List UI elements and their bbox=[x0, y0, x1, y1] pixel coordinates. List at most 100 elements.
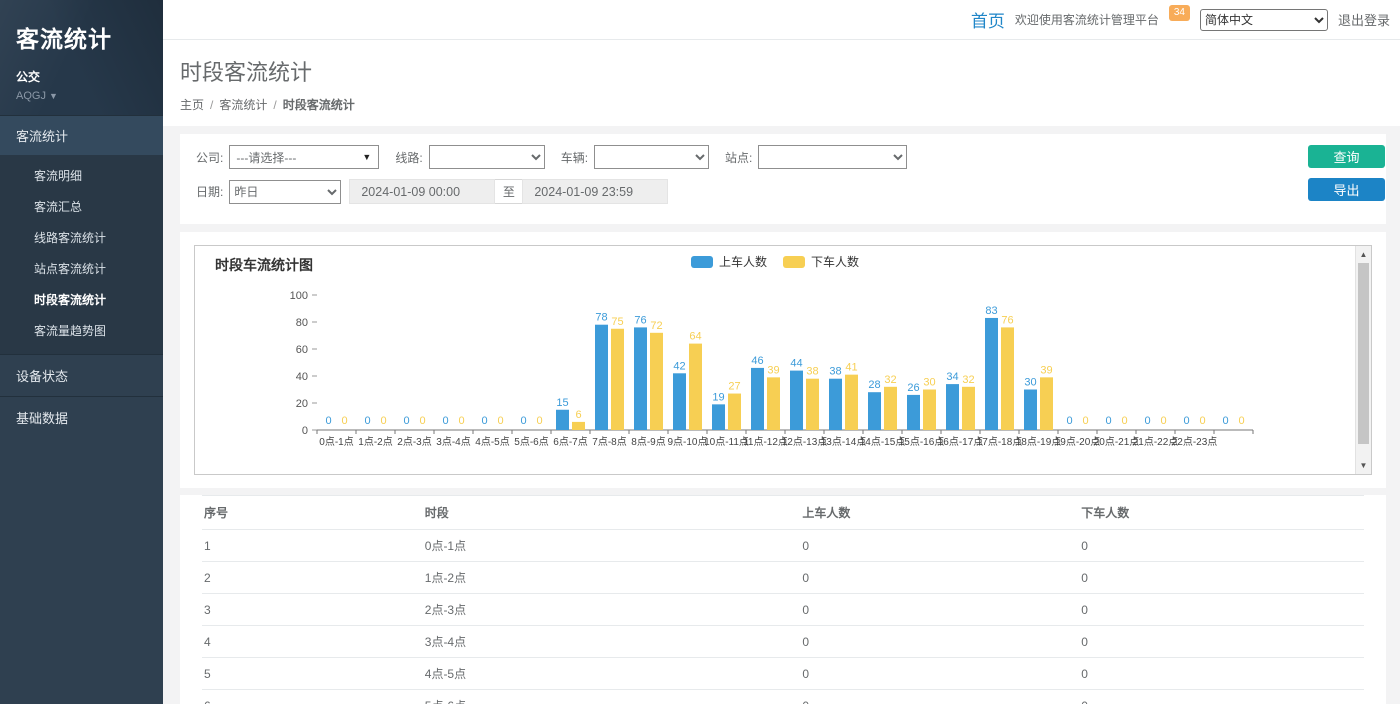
table-cell: 0 bbox=[1079, 562, 1364, 594]
sidebar-submenu: 客流明细客流汇总线路客流统计站点客流统计时段客流统计客流量趋势图 bbox=[0, 155, 163, 354]
y-axis-label: 40 bbox=[296, 371, 308, 383]
bar-value-label: 30 bbox=[923, 377, 935, 389]
bar-alight bbox=[650, 333, 663, 430]
language-select[interactable]: 简体中文 bbox=[1200, 9, 1328, 31]
bar-value-label: 46 bbox=[751, 355, 763, 367]
breadcrumb-separator: / bbox=[273, 98, 276, 112]
bar-value-label: 39 bbox=[1040, 364, 1052, 376]
table-cell: 4 bbox=[202, 626, 423, 658]
bar-value-label: 76 bbox=[634, 314, 646, 326]
station-select[interactable] bbox=[758, 145, 907, 169]
table-cell: 2 bbox=[202, 562, 423, 594]
vehicle-select[interactable] bbox=[594, 145, 709, 169]
query-button[interactable]: 查询 bbox=[1308, 145, 1385, 168]
bar-value-label: 0 bbox=[536, 415, 542, 427]
bar-alight bbox=[689, 344, 702, 430]
table-row: 21点-2点00 bbox=[202, 562, 1364, 594]
bar-value-label: 0 bbox=[1160, 415, 1166, 427]
bar-value-label: 0 bbox=[403, 415, 409, 427]
sidebar-item[interactable]: 时段客流统计 bbox=[0, 284, 163, 315]
breadcrumb-item: 时段客流统计 bbox=[283, 98, 355, 112]
bar-board bbox=[985, 318, 998, 430]
table-cell: 0 bbox=[800, 658, 1079, 690]
sidebar-section-base-data[interactable]: 基础数据 bbox=[0, 396, 163, 438]
table-cell: 1 bbox=[202, 530, 423, 562]
sidebar-nav: 客流统计 客流明细客流汇总线路客流统计站点客流统计时段客流统计客流量趋势图 设备… bbox=[0, 115, 163, 438]
breadcrumb-item[interactable]: 客流统计 bbox=[219, 98, 267, 112]
scroll-down-icon[interactable]: ▼ bbox=[1356, 458, 1371, 473]
scrollbar-thumb[interactable] bbox=[1358, 263, 1369, 444]
date-from-input[interactable] bbox=[349, 179, 495, 204]
table-cell: 4点-5点 bbox=[423, 658, 801, 690]
logout-link[interactable]: 退出登录 bbox=[1338, 10, 1390, 29]
bar-value-label: 0 bbox=[1238, 415, 1244, 427]
breadcrumb-item[interactable]: 主页 bbox=[180, 98, 204, 112]
station-label: 站点: bbox=[725, 149, 752, 166]
bar-value-label: 0 bbox=[341, 415, 347, 427]
bar-value-label: 0 bbox=[1105, 415, 1111, 427]
table-row: 10点-1点00 bbox=[202, 530, 1364, 562]
x-axis-category-label: 5点-6点 bbox=[514, 436, 548, 448]
bar-value-label: 38 bbox=[806, 366, 818, 378]
table-cell: 5点-6点 bbox=[423, 690, 801, 704]
page-heading: 时段客流统计 主页/客流统计/时段客流统计 bbox=[163, 40, 1400, 126]
legend-swatch-board bbox=[691, 256, 713, 268]
table-cell: 0 bbox=[1079, 690, 1364, 704]
x-axis-category-label: 4点-5点 bbox=[475, 436, 509, 448]
home-link[interactable]: 首页 bbox=[971, 7, 1005, 32]
y-axis-label: 100 bbox=[290, 290, 308, 302]
table-cell: 3 bbox=[202, 594, 423, 626]
filter-row-selects: 公司: ---请选择--- ▼ 线路: 车辆: 站点: bbox=[196, 145, 1370, 169]
bar-chart-svg: 020406080100000点-1点001点-2点002点-3点003点-4点… bbox=[195, 268, 1350, 468]
bar-board bbox=[829, 379, 842, 430]
table-cell: 6 bbox=[202, 690, 423, 704]
brand-area: 客流统计 公交 AQGJ▼ bbox=[0, 0, 163, 115]
bar-board bbox=[790, 371, 803, 430]
table-panel: 序号时段上车人数下车人数 10点-1点0021点-2点0032点-3点0043点… bbox=[180, 495, 1386, 704]
date-to-input[interactable] bbox=[522, 179, 668, 204]
bar-value-label: 0 bbox=[380, 415, 386, 427]
org-label: 公交 bbox=[16, 68, 147, 85]
table-cell: 0 bbox=[800, 626, 1079, 658]
company-label: 公司: bbox=[196, 149, 223, 166]
table-body: 10点-1点0021点-2点0032点-3点0043点-4点0054点-5点00… bbox=[202, 530, 1364, 704]
x-axis-category-label: 2点-3点 bbox=[397, 436, 431, 448]
bar-value-label: 0 bbox=[1144, 415, 1150, 427]
sidebar-item[interactable]: 线路客流统计 bbox=[0, 222, 163, 253]
legend-swatch-alight bbox=[783, 256, 805, 268]
line-label: 线路: bbox=[395, 149, 422, 166]
sidebar-item[interactable]: 客流量趋势图 bbox=[0, 315, 163, 346]
bar-board bbox=[907, 395, 920, 430]
sidebar-section-device-status[interactable]: 设备状态 bbox=[0, 354, 163, 396]
bar-board bbox=[712, 404, 725, 430]
sidebar-section-passenger-stats[interactable]: 客流统计 bbox=[0, 115, 163, 155]
chart-scrollbar[interactable]: ▲ ▼ bbox=[1355, 246, 1371, 474]
filter-panel: 公司: ---请选择--- ▼ 线路: 车辆: 站点: 日期: 昨日 bbox=[180, 134, 1386, 224]
bar-value-label: 26 bbox=[907, 382, 919, 394]
company-select[interactable]: ---请选择--- ▼ bbox=[229, 145, 379, 169]
sidebar-item[interactable]: 客流明细 bbox=[0, 160, 163, 191]
bar-value-label: 30 bbox=[1024, 377, 1036, 389]
bar-value-label: 0 bbox=[325, 415, 331, 427]
notification-badge[interactable]: 34 bbox=[1169, 5, 1190, 21]
filter-row-date: 日期: 昨日 至 bbox=[196, 179, 1370, 204]
scroll-up-icon[interactable]: ▲ bbox=[1356, 247, 1371, 262]
sidebar-item[interactable]: 站点客流统计 bbox=[0, 253, 163, 284]
brand-title: 客流统计 bbox=[16, 20, 147, 54]
table-cell: 2点-3点 bbox=[423, 594, 801, 626]
date-preset-select[interactable]: 昨日 bbox=[229, 180, 341, 204]
line-select[interactable] bbox=[429, 145, 545, 169]
bar-value-label: 15 bbox=[556, 397, 568, 409]
bar-value-label: 75 bbox=[611, 316, 623, 328]
export-button[interactable]: 导出 bbox=[1308, 178, 1385, 201]
x-axis-category-label: 6点-7点 bbox=[553, 436, 587, 448]
sidebar-item[interactable]: 客流汇总 bbox=[0, 191, 163, 222]
chevron-down-icon: ▼ bbox=[362, 152, 371, 162]
bar-value-label: 0 bbox=[1199, 415, 1205, 427]
bar-value-label: 0 bbox=[1222, 415, 1228, 427]
org-code-dropdown[interactable]: AQGJ▼ bbox=[16, 90, 147, 102]
date-label: 日期: bbox=[196, 183, 223, 200]
time-slot-table: 序号时段上车人数下车人数 10点-1点0021点-2点0032点-3点0043点… bbox=[202, 495, 1364, 704]
bar-board bbox=[946, 384, 959, 430]
bar-value-label: 27 bbox=[728, 381, 740, 393]
